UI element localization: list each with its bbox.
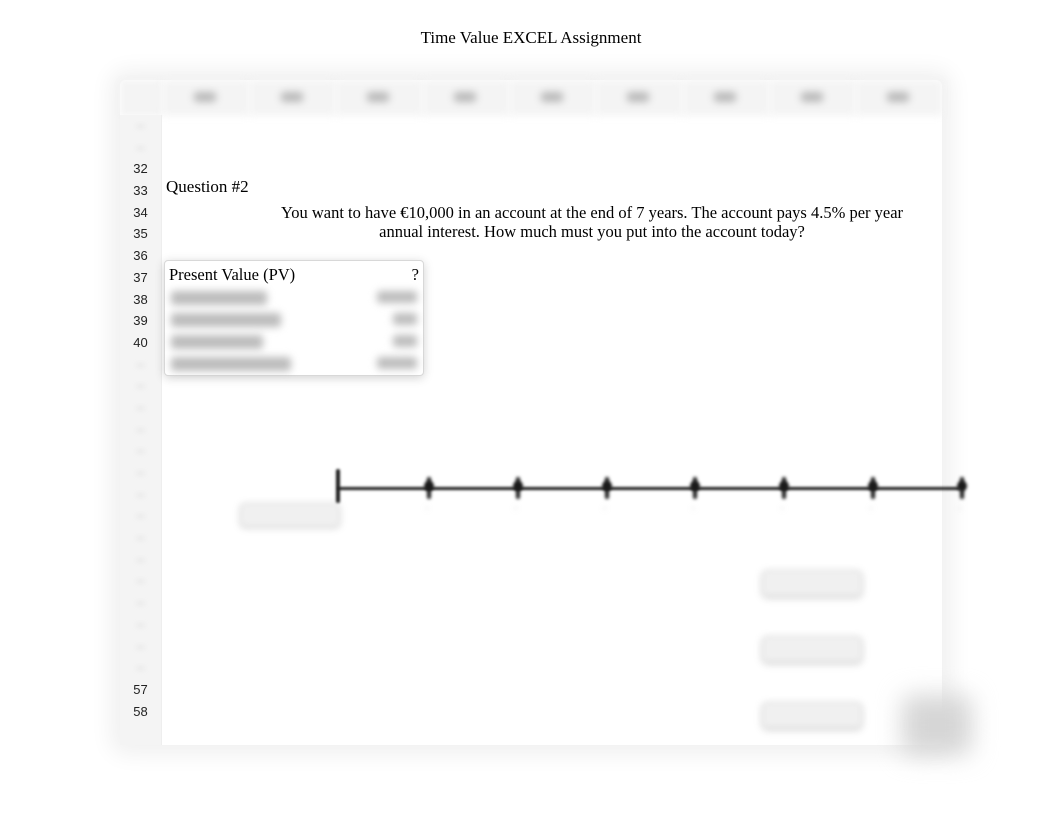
row-number: ·· [120,570,161,592]
column-header-row [120,80,942,115]
timeline-start-button [240,503,340,527]
row-number: 40 [120,332,161,354]
pv-row: Present Value (PV) ? [169,265,421,285]
column-header [249,80,336,115]
blurred-text [171,313,281,327]
timeline-tick-dot [957,481,967,491]
blurred-button [762,570,862,596]
row-number: 34 [120,202,161,224]
blurred-text [171,357,291,371]
row-number: 36 [120,245,161,267]
row-number: ·· [120,375,161,397]
row-number: 39 [120,310,161,332]
column-header [162,80,249,115]
timeline-tick-label: · [869,501,873,516]
column-header [595,80,682,115]
column-header [682,80,769,115]
row-number: ·· [120,440,161,462]
timeline-tick-label: · [425,501,429,516]
row-number: ·· [120,462,161,484]
column-header [509,80,596,115]
row-number: ·· [120,614,161,636]
blurred-text [377,291,417,303]
pv-input-box: Present Value (PV) ? [164,260,424,376]
column-header [769,80,856,115]
row-number: 32 [120,158,161,180]
timeline-tick-dot [690,481,700,491]
blurred-text [393,313,417,325]
timeline-tick-label: · [958,501,962,516]
row-number: 38 [120,289,161,311]
timeline-tick-label: · [603,501,607,516]
row-number: ·· [120,419,161,441]
right-button-stack [762,570,882,768]
sheet-body: Question #2 You want to have €10,000 in … [162,115,942,745]
blurred-text [171,335,263,349]
column-header [335,80,422,115]
row-number: ·· [120,354,161,376]
column-header [855,80,942,115]
row-number: 33 [120,180,161,202]
row-number: ·· [120,636,161,658]
page-title: Time Value EXCEL Assignment [0,0,1062,48]
row-number: 35 [120,223,161,245]
blurred-text [171,291,267,305]
timeline-tick-label: · [780,501,784,516]
column-header [422,80,509,115]
timeline-tick-label: · [514,501,518,516]
timeline-start-tick [336,469,340,503]
blurred-text [377,357,417,369]
timeline-tick-dot [602,481,612,491]
row-number: ·· [120,484,161,506]
row-number: ·· [120,592,161,614]
timeline: · · · · · · · [240,475,960,515]
question-label: Question #2 [166,177,249,197]
timeline-tick-dot [424,481,434,491]
row-number: ·· [120,137,161,159]
timeline-tick-dot [868,481,878,491]
row-number: 58 [120,701,161,723]
row-number: ·· [120,505,161,527]
row-number: ·· [120,527,161,549]
blurred-button [762,702,862,728]
timeline-tick-label: · [691,501,695,516]
pv-label: Present Value (PV) [169,265,295,285]
row-number: ·· [120,115,161,137]
blurred-region [902,695,972,755]
spreadsheet-preview: ····323334353637383940··················… [120,80,942,745]
row-number: ·· [120,549,161,571]
row-number: 57 [120,679,161,701]
row-number: ·· [120,657,161,679]
pv-value: ? [412,265,421,285]
blurred-text [393,335,417,347]
question-text: You want to have €10,000 in an account a… [262,204,922,242]
timeline-tick-dot [779,481,789,491]
row-number: ·· [120,397,161,419]
row-number: 37 [120,267,161,289]
select-all-corner [120,80,162,115]
blurred-button [762,636,862,662]
row-header-gutter: ····323334353637383940··················… [120,115,162,745]
timeline-tick-dot [513,481,523,491]
